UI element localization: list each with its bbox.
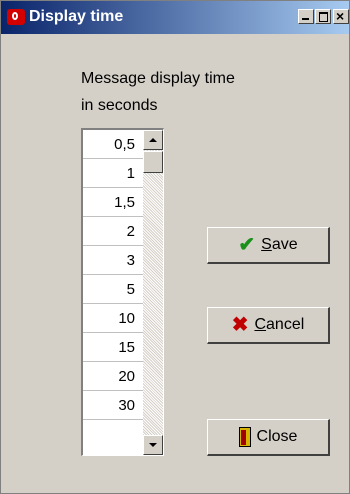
save-button[interactable]: ✔ Save xyxy=(207,227,330,264)
scroll-down-button[interactable] xyxy=(143,435,163,455)
list-item[interactable]: 10 xyxy=(83,304,143,333)
window-title: Display time xyxy=(29,8,124,25)
cancel-label: Cancel xyxy=(254,316,305,333)
save-label: Save xyxy=(261,236,298,253)
list-item[interactable]: 5 xyxy=(83,275,143,304)
instruction-line-2: in seconds xyxy=(81,97,158,114)
display-time-listbox[interactable]: 0,5 1 1,5 2 3 5 10 15 20 30 xyxy=(81,128,164,456)
list-item[interactable]: 1 xyxy=(83,159,143,188)
listbox-items: 0,5 1 1,5 2 3 5 10 15 20 30 xyxy=(83,130,143,420)
list-item[interactable]: 20 xyxy=(83,362,143,391)
maximize-button[interactable] xyxy=(315,9,331,24)
list-item[interactable]: 1,5 xyxy=(83,188,143,217)
cancel-button[interactable]: ✖ Cancel xyxy=(207,307,330,344)
close-label: Close xyxy=(256,428,298,445)
close-window-button[interactable]: × xyxy=(333,8,349,24)
close-button[interactable]: Close xyxy=(207,419,330,456)
app-icon xyxy=(7,9,25,25)
title-bar[interactable]: Display time × xyxy=(1,1,349,34)
checkmark-icon: ✔ xyxy=(238,234,256,256)
close-icon: × xyxy=(336,8,345,24)
instruction-line-1: Message display time xyxy=(81,70,235,87)
list-item[interactable]: 30 xyxy=(83,391,143,420)
list-item[interactable]: 0,5 xyxy=(83,130,143,159)
list-item[interactable]: 15 xyxy=(83,333,143,362)
vertical-scrollbar[interactable] xyxy=(143,130,163,455)
instruction-label: Message display time in seconds xyxy=(81,65,235,119)
scroll-up-button[interactable] xyxy=(143,130,163,150)
minimize-button[interactable] xyxy=(298,9,314,24)
scroll-thumb[interactable] xyxy=(143,151,163,173)
dialog-window: Display time × Message display time in s… xyxy=(0,0,350,494)
list-item[interactable]: 3 xyxy=(83,246,143,275)
cross-icon: ✖ xyxy=(231,314,249,336)
list-item[interactable]: 2 xyxy=(83,217,143,246)
door-icon xyxy=(238,427,251,447)
